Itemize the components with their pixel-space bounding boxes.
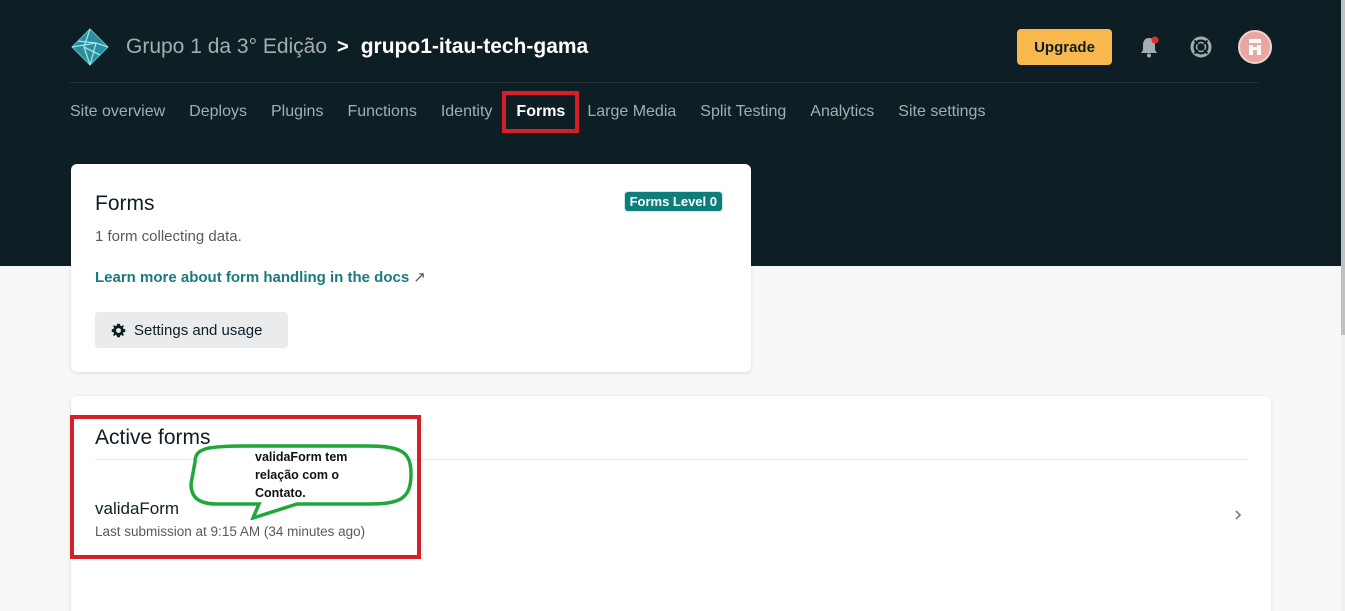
tab-site-overview[interactable]: Site overview (70, 103, 165, 121)
forms-level-badge: Forms Level 0 (623, 191, 723, 212)
settings-and-usage-label: Settings and usage (134, 321, 263, 339)
annotation-text: validaForm tem relação com o Contato. (255, 450, 348, 500)
external-link-icon: ↗ (413, 269, 426, 286)
netlify-logo-icon[interactable] (70, 27, 110, 67)
breadcrumb-separator: > (337, 35, 349, 58)
bell-icon (1141, 36, 1159, 58)
docs-link[interactable]: Learn more about form handling in the do… (95, 268, 426, 286)
tab-large-media[interactable]: Large Media (587, 103, 676, 121)
breadcrumb-site[interactable]: grupo1-itau-tech-gama (361, 35, 589, 59)
tab-functions[interactable]: Functions (347, 103, 416, 121)
notifications-button[interactable] (1134, 32, 1164, 62)
tab-plugins[interactable]: Plugins (271, 103, 323, 121)
upgrade-button[interactable]: Upgrade (1017, 29, 1112, 65)
top-bar: Grupo 1 da 3° Edição > grupo1-itau-tech-… (70, 22, 1272, 72)
site-nav: Site overview Deploys Plugins Functions … (70, 91, 1009, 133)
docs-link-label[interactable]: Learn more about form handling in the do… (95, 269, 409, 286)
header-divider (70, 82, 1258, 83)
tab-analytics[interactable]: Analytics (810, 103, 874, 121)
forms-card-subtitle: 1 form collecting data. (95, 228, 242, 245)
forms-card: Forms Forms Level 0 1 form collecting da… (71, 164, 751, 372)
tab-deploys[interactable]: Deploys (189, 103, 247, 121)
avatar-identicon-icon (1249, 39, 1261, 55)
tab-identity[interactable]: Identity (441, 103, 493, 121)
breadcrumb-team[interactable]: Grupo 1 da 3° Edição (126, 35, 327, 59)
forms-card-title: Forms (95, 192, 155, 215)
avatar[interactable] (1238, 30, 1272, 64)
help-button[interactable] (1186, 32, 1216, 62)
scrollbar[interactable] (1341, 0, 1345, 611)
scrollbar-thumb[interactable] (1341, 0, 1345, 335)
settings-and-usage-button[interactable]: Settings and usage (95, 312, 288, 348)
help-lifebuoy-icon (1190, 36, 1212, 58)
tab-site-settings[interactable]: Site settings (898, 103, 985, 121)
chevron-right-icon[interactable] (1233, 509, 1243, 521)
topbar-actions: Upgrade (1017, 29, 1272, 65)
gear-icon (111, 323, 126, 337)
tab-split-testing[interactable]: Split Testing (700, 103, 786, 121)
tab-forms[interactable]: Forms (502, 91, 580, 133)
